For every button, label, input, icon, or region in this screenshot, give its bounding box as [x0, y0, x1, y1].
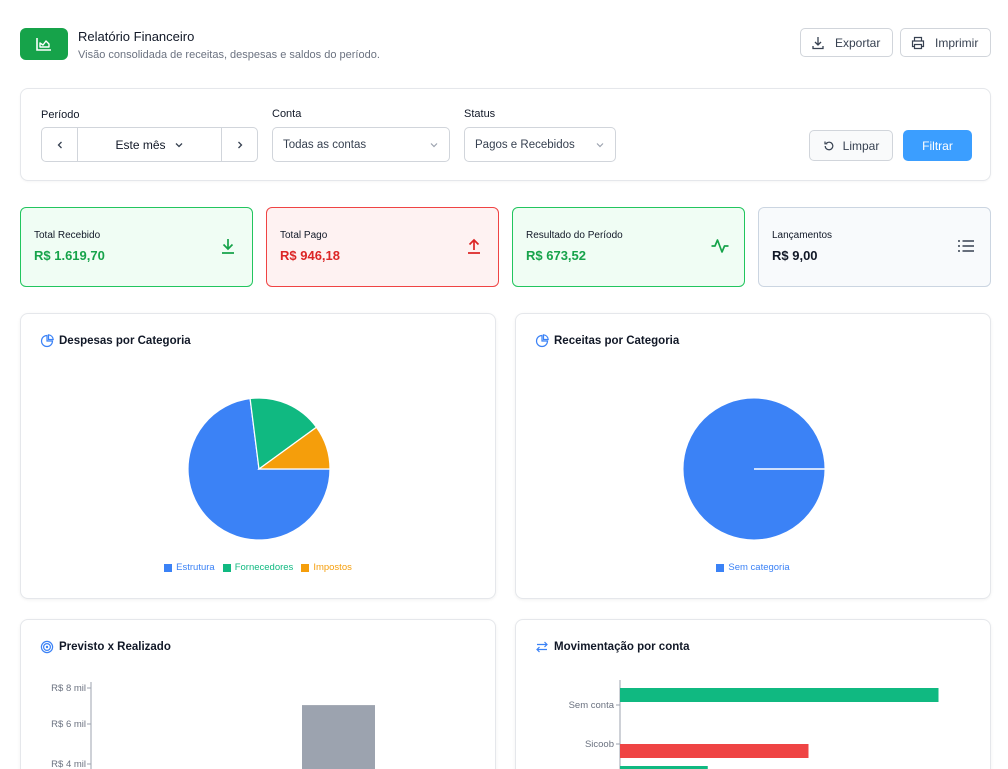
kpi-label: Total Recebido	[34, 230, 101, 241]
legend-swatch	[222, 563, 231, 572]
bar[interactable]	[302, 705, 375, 769]
expenses-pie-chart	[187, 397, 331, 541]
financial-report-page: Relatório Financeiro Visão consolidada d…	[0, 0, 1008, 769]
clear-label: Limpar	[842, 138, 880, 153]
legend-label: Sem categoria	[728, 562, 790, 573]
arrow-up-from-line-icon	[468, 238, 480, 254]
chevron-right-icon	[237, 141, 242, 148]
y-tick-label: Sem conta	[569, 700, 615, 711]
next-period-button[interactable]	[222, 128, 257, 161]
y-tick-label: R$ 4 mil	[51, 759, 86, 769]
y-tick-label: R$ 8 mil	[51, 683, 86, 694]
filter-button[interactable]: Filtrar	[903, 130, 972, 161]
legend-swatch	[301, 563, 310, 572]
rotate-ccw-icon	[824, 141, 833, 150]
printer-icon	[911, 36, 925, 49]
page-title: Relatório Financeiro	[78, 29, 195, 44]
movement-by-account-chart: Sem conta Sicoob	[569, 680, 939, 769]
kpi-total-paid: Total Pago R$ 946,18	[266, 207, 499, 287]
kpi-label: Resultado do Período	[526, 230, 623, 241]
expenses-by-category-card: Despesas por Categoria Estrutura Forneced…	[20, 313, 496, 599]
y-tick-label: Sicoob	[585, 739, 614, 750]
expenses-legend: Estrutura Fornecedores Impostos	[21, 562, 495, 573]
chevron-left-icon	[57, 141, 62, 148]
kpi-value: R$ 1.619,70	[34, 248, 105, 263]
activity-icon	[711, 239, 729, 253]
kpi-entries: Lançamentos R$ 9,00	[758, 207, 991, 287]
movement-by-account-card: Movimentação por conta Sem conta Sicoob	[515, 619, 991, 769]
legend-item[interactable]: Fornecedores	[222, 562, 294, 573]
clear-button[interactable]: Limpar	[809, 130, 893, 161]
account-value: Todas as contas	[283, 138, 367, 151]
period-value: Este mês	[115, 137, 166, 152]
chevron-down-icon	[596, 142, 604, 147]
download-icon	[812, 36, 824, 49]
status-select[interactable]: Pagos e Recebidos	[464, 127, 616, 162]
period-label: Período	[41, 109, 80, 121]
kpi-value: R$ 9,00	[772, 248, 818, 263]
legend-item[interactable]: Estrutura	[164, 562, 215, 573]
legend-label: Fornecedores	[234, 562, 294, 573]
kpi-label: Lançamentos	[772, 230, 833, 241]
planned-vs-actual-card: Previsto x Realizado R$ 8 mil R$ 6 mil R$ …	[20, 619, 496, 769]
chevron-down-icon	[175, 142, 182, 147]
arrow-down-to-line-icon	[222, 239, 234, 254]
kpi-total-received: Total Recebido R$ 1.619,70	[20, 207, 253, 287]
legend-label: Impostos	[313, 562, 352, 573]
page-header: Relatório Financeiro Visão consolidada d…	[20, 28, 991, 68]
print-button[interactable]: Imprimir	[900, 28, 991, 57]
filter-card: Período Este mês Conta Todas as contas S…	[20, 88, 991, 181]
period-selector: Este mês	[41, 127, 258, 162]
bar[interactable]	[620, 744, 809, 758]
period-dropdown[interactable]: Este mês	[77, 128, 222, 161]
y-tick-label: R$ 6 mil	[51, 719, 86, 730]
income-legend: Sem categoria	[516, 562, 990, 573]
status-label: Status	[464, 108, 496, 120]
legend-label: Estrutura	[176, 562, 215, 573]
legend-item[interactable]: Sem categoria	[716, 562, 790, 573]
legend-swatch	[164, 563, 173, 572]
legend-swatch	[716, 563, 725, 572]
chart-area-icon	[20, 28, 68, 60]
list-icon	[958, 240, 974, 252]
chevron-down-icon	[430, 142, 438, 147]
planned-vs-actual-chart: R$ 8 mil R$ 6 mil R$ 4 mil	[51, 682, 375, 769]
print-label: Imprimir	[935, 35, 979, 50]
bar[interactable]	[620, 688, 939, 702]
legend-item[interactable]: Impostos	[301, 562, 352, 573]
kpi-value: R$ 946,18	[280, 248, 340, 263]
previous-period-button[interactable]	[42, 128, 77, 161]
export-button[interactable]: Exportar	[800, 28, 893, 57]
account-select[interactable]: Todas as contas	[272, 127, 450, 162]
page-subtitle: Visão consolidada de receitas, despesas …	[78, 49, 380, 61]
income-by-category-card: Receitas por Categoria Sem categoria	[515, 313, 991, 599]
account-label: Conta	[272, 108, 302, 120]
kpi-value: R$ 673,52	[526, 248, 586, 263]
kpi-label: Total Pago	[280, 230, 328, 241]
status-value: Pagos e Recebidos	[475, 138, 575, 151]
export-label: Exportar	[835, 35, 881, 50]
kpi-period-result: Resultado do Período R$ 673,52	[512, 207, 745, 287]
income-pie-chart	[682, 397, 826, 541]
